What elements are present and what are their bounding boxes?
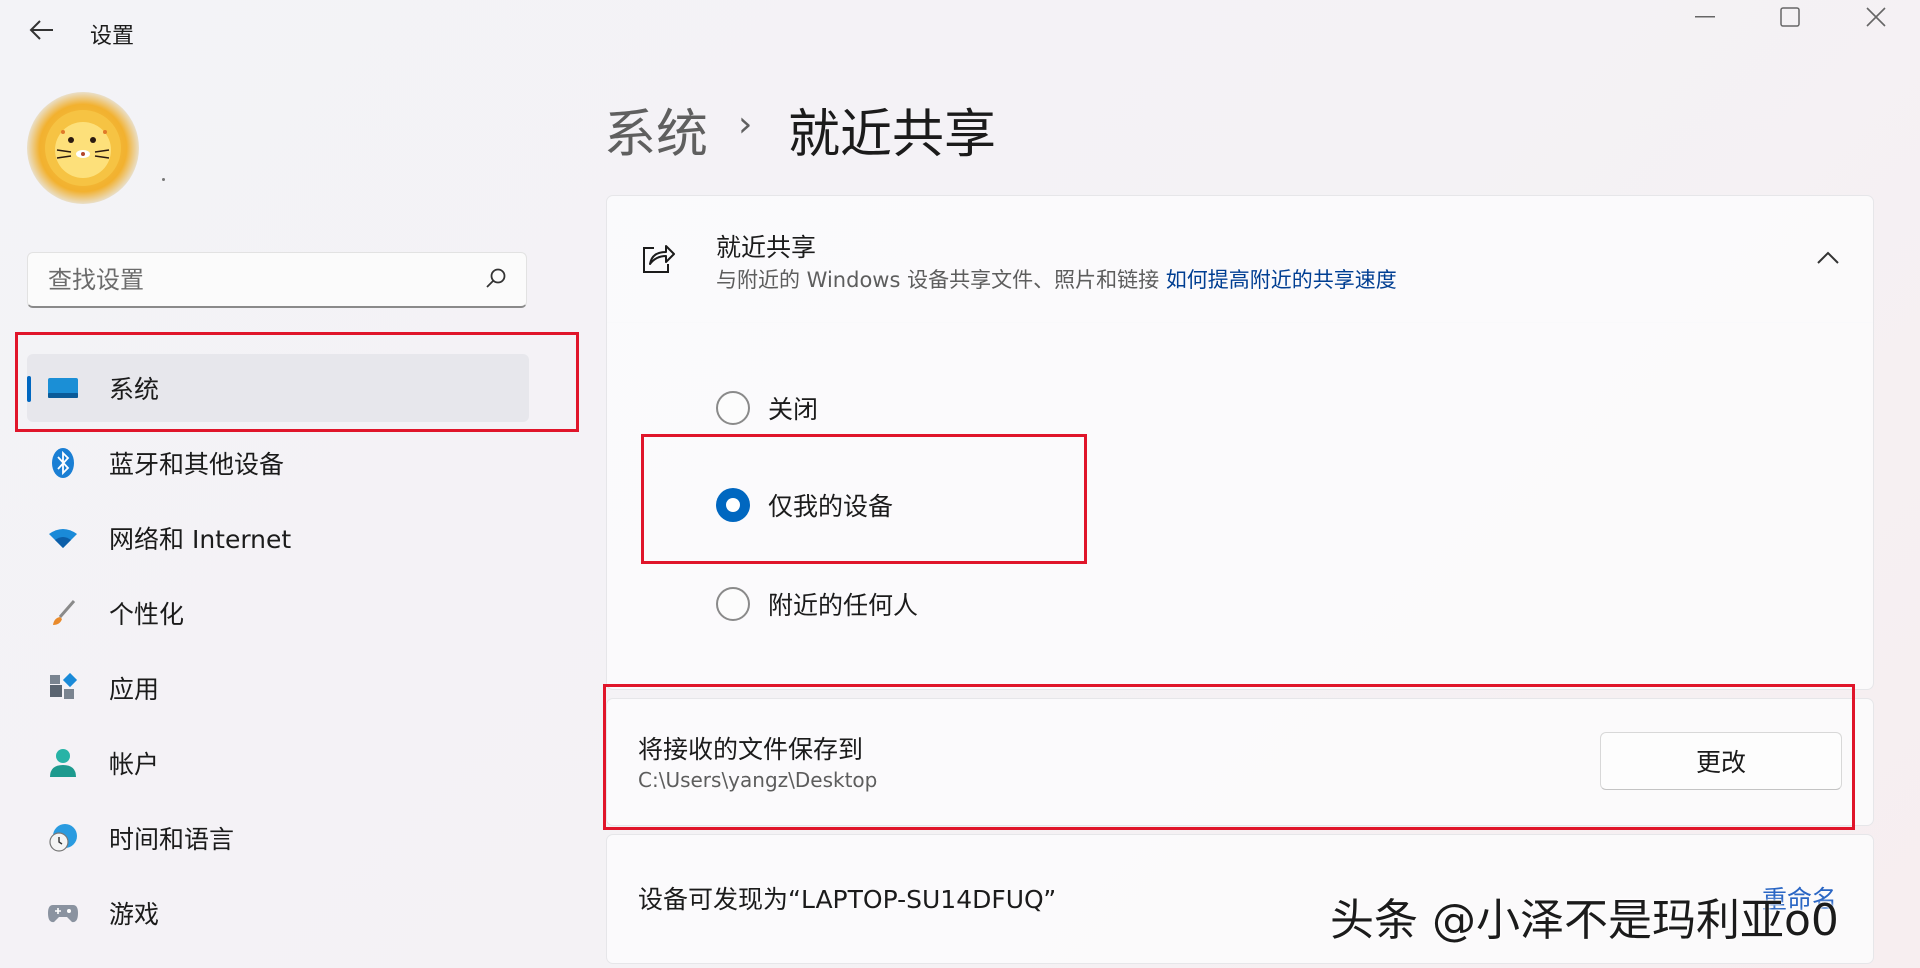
- sidebar-item-label: 帐户: [109, 750, 160, 779]
- save-location-path: C:\Users\yangz\Desktop: [638, 768, 878, 792]
- close-icon: [1866, 7, 1886, 27]
- sidebar-item-label: 游戏: [109, 900, 160, 929]
- breadcrumb-parent[interactable]: 系统: [604, 92, 708, 167]
- sidebar-item-label: 时间和语言: [109, 825, 235, 854]
- back-button[interactable]: [26, 14, 58, 46]
- maximize-icon: [1780, 7, 1800, 27]
- nearby-sharing-description: 与附近的 Windows 设备共享文件、照片和链接: [716, 268, 1160, 292]
- search-icon[interactable]: [484, 267, 508, 291]
- sidebar-item-apps[interactable]: 应用: [27, 654, 529, 722]
- sidebar-item-accounts[interactable]: 帐户: [27, 729, 529, 797]
- nearby-sharing-title: 就近共享: [716, 233, 817, 262]
- radio-option-everyone-nearby[interactable]: 附近的任何人: [716, 583, 918, 625]
- wifi-icon: [47, 522, 79, 554]
- sidebar-item-gaming[interactable]: 游戏: [27, 879, 529, 947]
- radio-option-off[interactable]: 关闭: [716, 387, 818, 429]
- device-discoverable-name: 设备可发现为“LAPTOP-SU14DFUQ”: [638, 885, 1057, 914]
- radio-button[interactable]: [716, 587, 750, 621]
- bluetooth-icon: [47, 447, 79, 479]
- sidebar-item-label: 网络和 Internet: [109, 525, 292, 554]
- app-title: 设置: [90, 24, 135, 49]
- search-input[interactable]: [46, 253, 470, 307]
- watermark: 头条 @小泽不是玛利亚o0: [1330, 895, 1839, 946]
- avatar[interactable]: [27, 92, 139, 204]
- sidebar-item-label: 系统: [109, 375, 160, 404]
- sidebar-item-bluetooth[interactable]: 蓝牙和其他设备: [27, 429, 529, 497]
- person-icon: [47, 747, 79, 779]
- radio-option-my-devices[interactable]: 仅我的设备: [716, 484, 893, 526]
- improve-speed-link[interactable]: 如何提高附近的共享速度: [1166, 268, 1397, 292]
- radio-label: 附近的任何人: [768, 591, 919, 620]
- apps-icon: [47, 672, 79, 704]
- sidebar-item-time-language[interactable]: 时间和语言: [27, 804, 529, 872]
- clock-globe-icon: [47, 822, 79, 854]
- sidebar-item-personalization[interactable]: 个性化: [27, 579, 529, 647]
- brush-icon: [47, 597, 79, 629]
- sidebar-item-system[interactable]: 系统: [27, 354, 529, 422]
- share-icon: [643, 245, 675, 273]
- lion-avatar-icon: [45, 110, 121, 186]
- maximize-button[interactable]: [1760, 0, 1820, 34]
- active-indicator: [27, 376, 31, 402]
- radio-label: 关闭: [768, 395, 819, 424]
- nearby-sharing-subtitle: 与附近的 Windows 设备共享文件、照片和链接 如何提高附近的共享速度: [716, 264, 1397, 294]
- sidebar-item-network[interactable]: 网络和 Internet: [27, 504, 529, 572]
- avatar-dot: [162, 178, 165, 181]
- save-location-title: 将接收的文件保存到: [638, 735, 864, 764]
- radio-button-selected[interactable]: [716, 488, 750, 522]
- system-display-icon: [47, 372, 79, 404]
- search-box[interactable]: [27, 252, 527, 308]
- close-button[interactable]: [1846, 0, 1906, 34]
- minimize-button[interactable]: [1675, 0, 1735, 34]
- minimize-icon: [1695, 16, 1715, 18]
- chevron-up-icon[interactable]: [1812, 244, 1844, 272]
- breadcrumb-separator: ›: [738, 104, 753, 145]
- sidebar-item-label: 蓝牙和其他设备: [109, 450, 285, 479]
- page-title: 就近共享: [788, 105, 997, 165]
- change-button[interactable]: 更改: [1600, 732, 1842, 790]
- back-arrow-icon: [29, 20, 53, 40]
- sidebar-item-label: 应用: [109, 675, 160, 704]
- radio-label: 仅我的设备: [768, 492, 894, 521]
- gamepad-icon: [47, 897, 79, 929]
- radio-button[interactable]: [716, 391, 750, 425]
- sidebar-item-label: 个性化: [109, 600, 185, 629]
